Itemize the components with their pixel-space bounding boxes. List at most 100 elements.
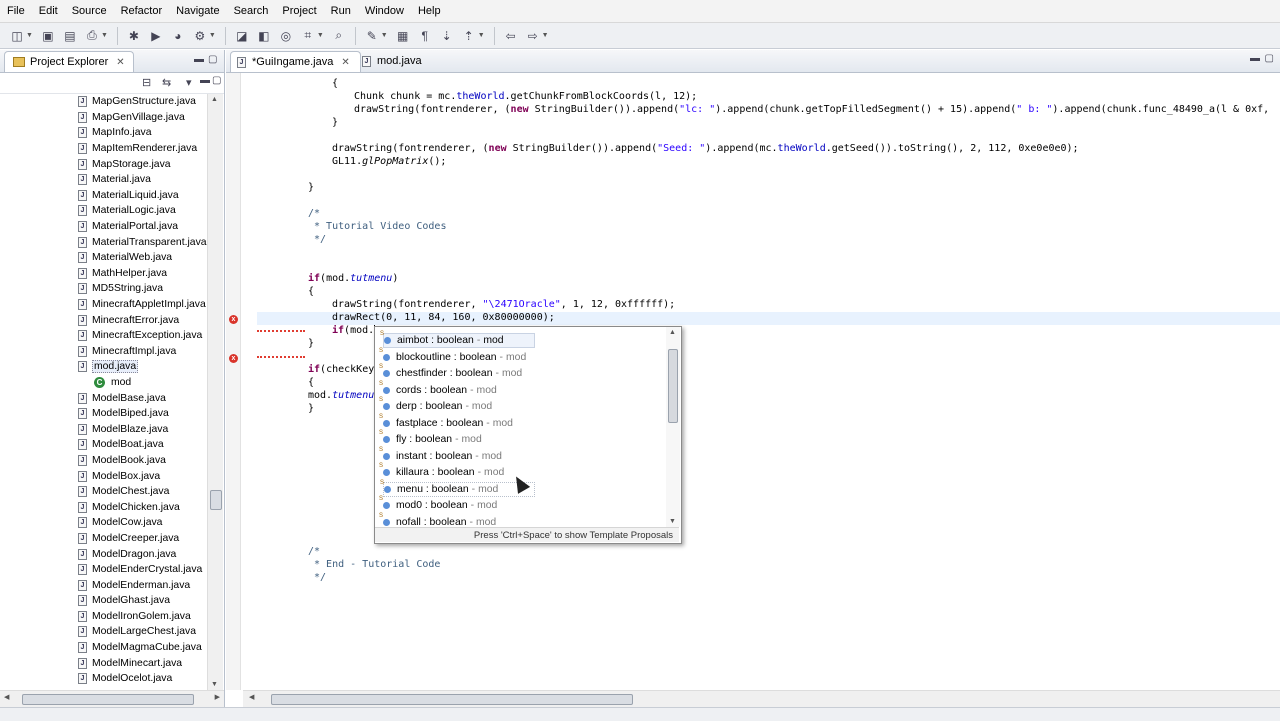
scroll-up-icon[interactable]: ▲: [669, 329, 676, 336]
back-icon[interactable]: ⇦: [503, 28, 519, 44]
minimize-icon[interactable]: ▬: [200, 75, 210, 86]
proposal-item[interactable]: derp : boolean-mod: [379, 397, 535, 414]
new-icon[interactable]: ◫: [9, 28, 25, 44]
tree-item[interactable]: Cmod: [0, 375, 207, 391]
new-java-project-icon[interactable]: ◪: [234, 28, 250, 44]
tree-item[interactable]: J ModelChest.java: [0, 484, 207, 500]
chevron-down-icon[interactable]: ▼: [542, 32, 549, 39]
tree-item[interactable]: J ModelBox.java: [0, 468, 207, 484]
link-with-editor-icon[interactable]: ⇆: [162, 76, 171, 89]
tree-item[interactable]: Jmod.java: [0, 359, 207, 375]
save-icon[interactable]: ▣: [40, 28, 56, 44]
save-all-icon[interactable]: ▤: [62, 28, 78, 44]
tree-item[interactable]: J MD5String.java: [0, 281, 207, 297]
next-annotation-icon[interactable]: ⇣: [439, 28, 455, 44]
maximize-icon[interactable]: ▢: [1265, 53, 1274, 64]
tree-item[interactable]: J MinecraftError.java: [0, 312, 207, 328]
tree-item[interactable]: J MathHelper.java: [0, 266, 207, 282]
menu-refactor[interactable]: Refactor: [114, 0, 170, 22]
minimize-icon[interactable]: ▬: [1250, 53, 1260, 64]
error-icon[interactable]: x: [229, 315, 238, 324]
scroll-up-icon[interactable]: ▲: [211, 96, 218, 103]
tree-item[interactable]: J ModelBase.java: [0, 390, 207, 406]
tree-item[interactable]: J MinecraftAppletImpl.java: [0, 297, 207, 313]
menu-run[interactable]: Run: [324, 0, 358, 22]
editor-horizontal-scrollbar[interactable]: ◀: [243, 690, 1280, 707]
tree-item[interactable]: J Material.java: [0, 172, 207, 188]
tree-item[interactable]: J MapItemRenderer.java: [0, 141, 207, 157]
previous-annotation-icon[interactable]: ⇡: [461, 28, 477, 44]
chevron-down-icon[interactable]: ▼: [381, 32, 388, 39]
block-selection-icon[interactable]: ▦: [395, 28, 411, 44]
tree-item[interactable]: J ModelChicken.java: [0, 499, 207, 515]
tree-item[interactable]: J ModelGhast.java: [0, 593, 207, 609]
scroll-down-icon[interactable]: ▼: [669, 518, 676, 525]
scroll-thumb[interactable]: [271, 694, 633, 705]
proposal-item[interactable]: instant : boolean-mod: [379, 447, 535, 464]
proposal-item[interactable]: fly : boolean-mod: [379, 430, 535, 447]
tree-item[interactable]: J ModelBlaze.java: [0, 421, 207, 437]
menu-file[interactable]: File: [0, 0, 32, 22]
scroll-right-icon[interactable]: ▶: [215, 693, 220, 701]
proposal-scrollbar[interactable]: ▲ ▼: [666, 327, 680, 527]
external-tools-icon[interactable]: ⚙: [192, 28, 208, 44]
chevron-down-icon[interactable]: ▼: [26, 32, 33, 39]
tree-item[interactable]: J ModelBiped.java: [0, 406, 207, 422]
chevron-down-icon[interactable]: ▼: [478, 32, 485, 39]
tree-item[interactable]: J ModelEnderman.java: [0, 577, 207, 593]
tree-item[interactable]: J ModelMagmaCube.java: [0, 640, 207, 656]
tree-item[interactable]: J ModelDragon.java: [0, 546, 207, 562]
scroll-thumb[interactable]: [668, 349, 678, 423]
tree-item[interactable]: J MapInfo.java: [0, 125, 207, 141]
tree-item[interactable]: J MaterialPortal.java: [0, 219, 207, 235]
toggle-mark-occurrences-icon[interactable]: ✎: [364, 28, 380, 44]
scroll-left-icon[interactable]: ◀: [4, 693, 9, 701]
close-icon[interactable]: ✕: [341, 57, 349, 68]
tree-item[interactable]: J ModelBoat.java: [0, 437, 207, 453]
tree-item[interactable]: J MapGenVillage.java: [0, 110, 207, 126]
proposal-item[interactable]: aimbot : boolean-mod: [380, 331, 535, 348]
chevron-down-icon[interactable]: ▼: [209, 32, 216, 39]
coverage-icon[interactable]: ◕: [170, 28, 186, 44]
forward-icon[interactable]: ⇨: [525, 28, 541, 44]
scroll-thumb[interactable]: [22, 694, 194, 705]
tree-item[interactable]: J MapGenStructure.java: [0, 94, 207, 110]
tree-item[interactable]: J ModelCow.java: [0, 515, 207, 531]
show-whitespace-icon[interactable]: ¶: [417, 28, 433, 44]
tree-item[interactable]: J MaterialWeb.java: [0, 250, 207, 266]
tab-project-explorer[interactable]: Project Explorer ✕: [4, 51, 134, 72]
print-icon[interactable]: ⎙: [84, 28, 100, 44]
collapse-all-icon[interactable]: ⊟: [142, 76, 151, 89]
proposal-item[interactable]: chestfinder : boolean-mod: [379, 364, 535, 381]
menu-search[interactable]: Search: [227, 0, 276, 22]
tree-item[interactable]: J ModelMinecart.java: [0, 655, 207, 671]
scroll-down-icon[interactable]: ▼: [211, 681, 218, 688]
tree-item[interactable]: J MaterialLogic.java: [0, 203, 207, 219]
view-menu-icon[interactable]: ▾: [186, 76, 192, 89]
chevron-down-icon[interactable]: ▼: [317, 32, 324, 39]
close-icon[interactable]: ✕: [116, 57, 124, 68]
tree-item[interactable]: J ModelOcelot.java: [0, 671, 207, 687]
explorer-horizontal-scrollbar[interactable]: ◀ ▶: [0, 690, 224, 707]
new-package-icon[interactable]: ◧: [256, 28, 272, 44]
minimize-icon[interactable]: ▬: [194, 54, 204, 65]
menu-source[interactable]: Source: [65, 0, 114, 22]
open-type-icon[interactable]: ⌗: [300, 28, 316, 44]
proposal-item[interactable]: blockoutline : boolean-mod: [379, 348, 535, 365]
explorer-vertical-scrollbar[interactable]: ▲ ▼: [207, 94, 223, 690]
scroll-left-icon[interactable]: ◀: [249, 693, 254, 701]
tree-item[interactable]: J MinecraftImpl.java: [0, 344, 207, 360]
tree-item[interactable]: J ModelBook.java: [0, 453, 207, 469]
menu-project[interactable]: Project: [275, 0, 323, 22]
menu-navigate[interactable]: Navigate: [169, 0, 226, 22]
proposal-item[interactable]: nofall : boolean-mod: [379, 513, 535, 528]
tree-item[interactable]: J ModelIronGolem.java: [0, 609, 207, 625]
tree-item[interactable]: J MapStorage.java: [0, 156, 207, 172]
maximize-icon[interactable]: ▢: [212, 75, 221, 86]
tree-item[interactable]: J MaterialTransparent.java: [0, 234, 207, 250]
run-icon[interactable]: ▶: [148, 28, 164, 44]
proposal-item[interactable]: mod0 : boolean-mod: [379, 496, 535, 513]
tab-mod[interactable]: J mod.java: [356, 51, 432, 71]
menu-window[interactable]: Window: [358, 0, 411, 22]
error-icon[interactable]: x: [229, 354, 238, 363]
